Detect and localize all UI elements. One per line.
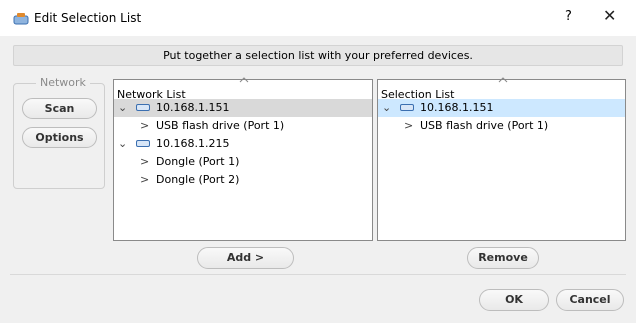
network-group-legend: Network <box>36 76 90 89</box>
scan-button[interactable]: Scan <box>22 98 97 119</box>
ok-button[interactable]: OK <box>479 289 549 311</box>
network-list-item-port[interactable]: > USB flash drive (Port 1) <box>114 117 372 135</box>
chevron-right-icon[interactable]: > <box>140 117 149 135</box>
dialog-body: Put together a selection list with your … <box>0 36 636 323</box>
chevron-right-icon[interactable]: > <box>140 171 149 189</box>
chevron-right-icon[interactable]: > <box>140 153 149 171</box>
network-list-item-label: 10.168.1.151 <box>156 101 230 114</box>
network-list-item-label: Dongle (Port 1) <box>156 155 240 168</box>
sort-caret-icon <box>239 77 249 83</box>
usb-hub-icon <box>13 13 29 25</box>
sort-caret-icon <box>498 77 508 83</box>
network-drive-icon <box>136 140 150 147</box>
selection-list-item-label: 10.168.1.151 <box>420 101 494 114</box>
selection-list-item-device[interactable]: ⌄ 10.168.1.151 <box>378 99 625 117</box>
selection-list-item-port[interactable]: > USB flash drive (Port 1) <box>378 117 625 135</box>
chevron-down-icon[interactable]: ⌄ <box>382 99 391 117</box>
cancel-button[interactable]: Cancel <box>556 289 624 311</box>
divider <box>10 274 626 275</box>
window-title: Edit Selection List <box>34 11 142 25</box>
add-button[interactable]: Add > <box>197 247 294 269</box>
network-list-panel[interactable]: Network List ⌄ 10.168.1.151 > USB flash … <box>113 77 373 241</box>
instruction-banner: Put together a selection list with your … <box>13 45 623 66</box>
selection-list-item-label: USB flash drive (Port 1) <box>420 119 549 132</box>
options-button[interactable]: Options <box>22 127 97 148</box>
title-bar: Edit Selection List ? ✕ <box>0 0 636 36</box>
network-list-item-device[interactable]: ⌄ 10.168.1.151 <box>114 99 372 117</box>
network-list-item-label: 10.168.1.215 <box>156 137 230 150</box>
network-list-item-label: USB flash drive (Port 1) <box>156 119 285 132</box>
close-button[interactable]: ✕ <box>603 6 616 25</box>
chevron-down-icon[interactable]: ⌄ <box>118 99 127 117</box>
network-drive-icon <box>400 104 414 111</box>
network-drive-icon <box>136 104 150 111</box>
network-list-item-port[interactable]: > Dongle (Port 1) <box>114 153 372 171</box>
chevron-down-icon[interactable]: ⌄ <box>118 135 127 153</box>
chevron-right-icon[interactable]: > <box>404 117 413 135</box>
network-list-item-port[interactable]: > Dongle (Port 2) <box>114 171 372 189</box>
selection-list-panel[interactable]: Selection List ⌄ 10.168.1.151 > USB flas… <box>377 77 626 241</box>
network-list-item-label: Dongle (Port 2) <box>156 173 240 186</box>
remove-button[interactable]: Remove <box>467 247 539 269</box>
network-list-item-device[interactable]: ⌄ 10.168.1.215 <box>114 135 372 153</box>
help-button[interactable]: ? <box>565 9 572 24</box>
